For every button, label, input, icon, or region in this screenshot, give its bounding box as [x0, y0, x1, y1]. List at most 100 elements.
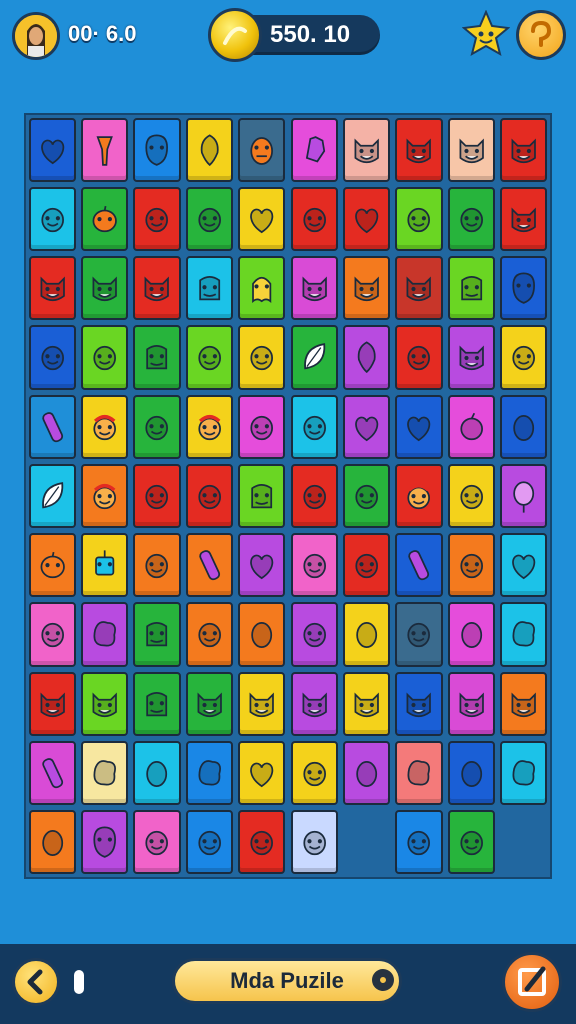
board-tile-shield-icon[interactable] [342, 325, 391, 390]
board-tile-clown-face-icon[interactable] [80, 394, 129, 459]
avatar-portrait-icon[interactable] [12, 12, 60, 60]
board-tile-face-icon[interactable] [447, 533, 496, 598]
board-tile-egg-icon[interactable] [238, 602, 286, 667]
board-tile-monster-icon[interactable] [133, 325, 181, 390]
board-tile-face-icon[interactable] [447, 463, 496, 529]
board-tile-face-icon[interactable] [290, 463, 338, 529]
board-tile-bar-icon[interactable] [395, 533, 443, 598]
board-tile-face-icon[interactable] [133, 810, 181, 875]
board-tile-face-icon[interactable] [238, 394, 286, 459]
board-tile-cat-face-icon[interactable] [500, 186, 548, 252]
board-tile-cat-face-icon[interactable] [447, 325, 496, 390]
board-tile-monster-icon[interactable] [238, 463, 286, 529]
board-tile-bar-icon[interactable] [28, 394, 76, 459]
board-tile-heart-icon[interactable] [238, 533, 286, 598]
board-tile-egg-icon[interactable] [342, 602, 391, 667]
board-tile-egg-icon[interactable] [133, 740, 181, 806]
board-tile-blob-icon[interactable] [80, 740, 129, 806]
board-tile-face-icon[interactable] [290, 740, 338, 806]
board-tile-face-icon[interactable] [133, 394, 181, 459]
board-tile-face-icon[interactable] [290, 186, 338, 252]
board-tile-monster-icon[interactable] [447, 256, 496, 321]
board-tile-egg-icon[interactable] [342, 740, 391, 806]
board-tile-cat-face-icon[interactable] [500, 117, 548, 182]
board-tile-heart-icon[interactable] [238, 186, 286, 252]
board-tile-cat-face-icon[interactable] [28, 671, 76, 736]
board-tile-face-icon[interactable] [342, 533, 391, 598]
board-tile-blob-icon[interactable] [500, 602, 548, 667]
board-tile-face-icon[interactable] [28, 325, 76, 390]
board-tile-fox-face-icon[interactable] [28, 256, 76, 321]
back-chevron-icon[interactable] [12, 958, 60, 1006]
board-tile-monster-icon[interactable] [133, 671, 181, 736]
board-tile-face-icon[interactable] [290, 810, 338, 875]
board-tile-heart-icon[interactable] [500, 533, 548, 598]
board-tile-monkey-face-icon[interactable] [238, 117, 286, 182]
board-tile-face-icon[interactable] [447, 186, 496, 252]
board-tile-face-icon[interactable] [185, 325, 234, 390]
puzzle-title-button[interactable]: Mda Puzile [172, 958, 402, 1004]
board-tile-apple-icon[interactable] [447, 394, 496, 459]
board-tile-cat-face-icon[interactable] [395, 671, 443, 736]
board-tile-face-icon[interactable] [238, 325, 286, 390]
board-tile-face-icon[interactable] [185, 810, 234, 875]
board-tile-face-icon[interactable] [290, 602, 338, 667]
board-tile-cat-face-icon[interactable] [185, 671, 234, 736]
board-tile-egg-icon[interactable] [447, 740, 496, 806]
board-tile-alien-face-icon[interactable] [500, 256, 548, 321]
board-tile-clown-face-icon[interactable] [185, 394, 234, 459]
board-tile-torch-icon[interactable] [80, 117, 129, 182]
board-tile-face-icon[interactable] [447, 810, 496, 875]
board-tile-pumpkin-icon[interactable] [80, 186, 129, 252]
board-tile-face-icon[interactable] [133, 186, 181, 252]
board-tile-face-icon[interactable] [238, 810, 286, 875]
board-tile-fox-face-icon[interactable] [80, 256, 129, 321]
board-tile-heart-icon[interactable] [342, 186, 391, 252]
board-tile-alien-face-icon[interactable] [133, 117, 181, 182]
board-tile-heart-icon[interactable] [395, 394, 443, 459]
board-tile-clown-face-icon[interactable] [80, 463, 129, 529]
board-tile-face-icon[interactable] [185, 602, 234, 667]
board-tile-blob-icon[interactable] [395, 740, 443, 806]
board-tile-robot-icon[interactable] [80, 533, 129, 598]
board-tile-bar-icon[interactable] [28, 740, 76, 806]
board-tile-blob-icon[interactable] [185, 740, 234, 806]
board-tile-frog-face-icon[interactable] [185, 256, 234, 321]
board-tile-face-icon[interactable] [395, 810, 443, 875]
board-tile-cat-face-icon[interactable] [447, 117, 496, 182]
slider-handle[interactable] [74, 970, 84, 994]
board-tile-face-icon[interactable] [133, 533, 181, 598]
board-tile-heart-icon[interactable] [238, 740, 286, 806]
board-tile-egg-icon[interactable] [28, 810, 76, 875]
board-tile-heart-icon[interactable] [28, 117, 76, 182]
board-tile-face-icon[interactable] [395, 325, 443, 390]
board-tile-face-icon[interactable] [290, 394, 338, 459]
board-tile-face-icon[interactable] [395, 602, 443, 667]
board-tile-cat-face-icon[interactable] [238, 671, 286, 736]
board-tile-hand-icon[interactable] [290, 117, 338, 182]
board-tile-face-icon[interactable] [28, 602, 76, 667]
board-tile-pumpkin-icon[interactable] [28, 533, 76, 598]
board-tile-face-icon[interactable] [290, 533, 338, 598]
board-tile-shield-icon[interactable] [185, 117, 234, 182]
board-tile-cat-face-icon[interactable] [290, 671, 338, 736]
board-tile-bar-icon[interactable] [185, 533, 234, 598]
board-tile-face-icon[interactable] [500, 325, 548, 390]
board-tile-face-icon[interactable] [133, 463, 181, 529]
board-tile-blob-icon[interactable] [80, 602, 129, 667]
board-tile-cat-face-icon[interactable] [80, 671, 129, 736]
board-tile-monster-icon[interactable] [133, 602, 181, 667]
hint-swirl-icon[interactable] [516, 10, 566, 60]
board-tile-alien-face-icon[interactable] [80, 810, 129, 875]
board-tile-balloon-icon[interactable] [500, 463, 548, 529]
board-tile-fox-face-icon[interactable] [395, 256, 443, 321]
board-tile-blob-icon[interactable] [500, 740, 548, 806]
board-tile-face-icon[interactable] [342, 463, 391, 529]
board-tile-face-icon[interactable] [185, 463, 234, 529]
board-tile-face-icon[interactable] [395, 186, 443, 252]
board-tile-cat-face-icon[interactable] [342, 256, 391, 321]
board-tile-heart-icon[interactable] [342, 394, 391, 459]
board-tile-cat-face-icon[interactable] [500, 671, 548, 736]
board-tile-cat-face-icon[interactable] [447, 671, 496, 736]
board-tile-leaf-icon[interactable] [28, 463, 76, 529]
